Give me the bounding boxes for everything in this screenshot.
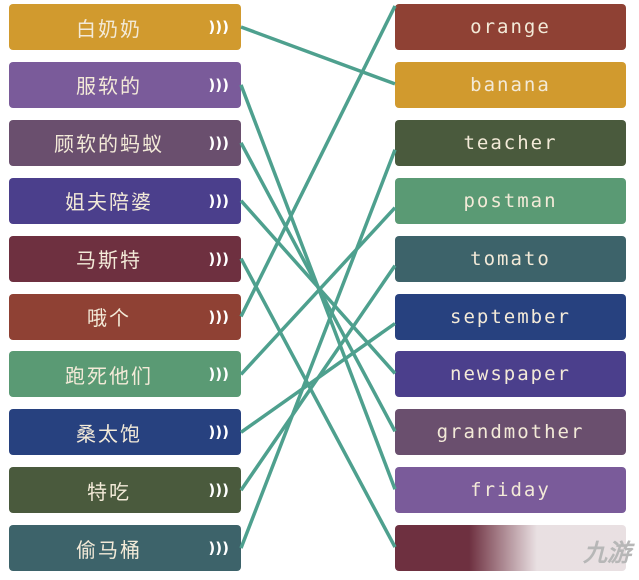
- word-label: grandmother: [436, 421, 585, 444]
- match-line: [239, 199, 397, 375]
- chinese-word-card[interactable]: 马斯特))): [9, 235, 241, 282]
- chinese-word-card[interactable]: 姐夫陪婆))): [9, 177, 241, 224]
- english-word-card[interactable]: orange: [395, 4, 626, 50]
- match-line: [239, 5, 397, 318]
- word-label: teacher: [463, 131, 558, 154]
- match-line: [239, 206, 397, 376]
- chinese-word-card[interactable]: 桑太饱))): [9, 409, 241, 456]
- match-line: [239, 141, 397, 433]
- english-word-card[interactable]: tomato: [395, 235, 626, 282]
- chinese-word-card[interactable]: 顾软的蚂蚁))): [9, 119, 241, 166]
- word-label: friday: [470, 479, 551, 502]
- word-label: orange: [470, 16, 551, 38]
- speaker-icon[interactable]: ))): [208, 134, 229, 152]
- english-word-card[interactable]: september: [395, 293, 626, 340]
- word-label: banana: [470, 73, 551, 96]
- watermark-logo: 九游: [469, 520, 639, 580]
- match-line: [240, 25, 396, 86]
- chinese-word-card[interactable]: 哦个))): [9, 293, 241, 340]
- word-label: 跑死他们: [65, 363, 153, 388]
- english-word-card[interactable]: teacher: [395, 119, 626, 166]
- word-label: 马斯特: [76, 248, 142, 273]
- word-label: 姐夫陪婆: [65, 190, 153, 215]
- match-line: [239, 322, 397, 434]
- english-word-card[interactable]: newspaper: [395, 351, 626, 398]
- chinese-word-card[interactable]: 白奶奶))): [9, 4, 241, 50]
- speaker-icon[interactable]: ))): [208, 481, 229, 499]
- english-word-card[interactable]: banana: [395, 61, 626, 108]
- chinese-word-card[interactable]: 跑死他们))): [9, 351, 241, 398]
- speaker-icon[interactable]: ))): [208, 423, 229, 441]
- english-word-card[interactable]: friday: [395, 467, 626, 514]
- word-label: newspaper: [450, 363, 571, 386]
- speaker-icon[interactable]: ))): [208, 365, 229, 383]
- match-line: [239, 84, 397, 490]
- chinese-word-card[interactable]: 特吃))): [9, 467, 241, 514]
- word-label: 顾软的蚂蚁: [54, 132, 164, 157]
- speaker-icon[interactable]: ))): [208, 192, 229, 210]
- word-label: september: [450, 305, 571, 328]
- speaker-icon[interactable]: ))): [208, 539, 229, 557]
- speaker-icon[interactable]: ))): [208, 76, 229, 94]
- word-label: tomato: [470, 247, 551, 270]
- speaker-icon[interactable]: ))): [208, 308, 229, 326]
- watermark-text: 九游: [583, 538, 631, 567]
- match-line: [239, 149, 397, 549]
- speaker-icon[interactable]: ))): [208, 18, 229, 36]
- word-label: 哦个: [87, 306, 131, 330]
- word-label: 偷马桶: [76, 537, 142, 562]
- word-label: 白奶奶: [76, 16, 142, 41]
- word-label: 服软的: [76, 74, 142, 99]
- chinese-word-card[interactable]: 服软的))): [9, 61, 241, 108]
- english-word-card[interactable]: grandmother: [395, 409, 626, 456]
- word-label: 桑太饱: [76, 421, 142, 446]
- english-word-card[interactable]: postman: [395, 177, 626, 224]
- speaker-icon[interactable]: ))): [208, 250, 229, 268]
- word-label: 特吃: [87, 479, 131, 504]
- word-label: postman: [463, 189, 558, 212]
- match-line: [239, 264, 397, 492]
- match-line: [239, 257, 397, 548]
- chinese-word-card[interactable]: 偷马桶))): [9, 525, 241, 572]
